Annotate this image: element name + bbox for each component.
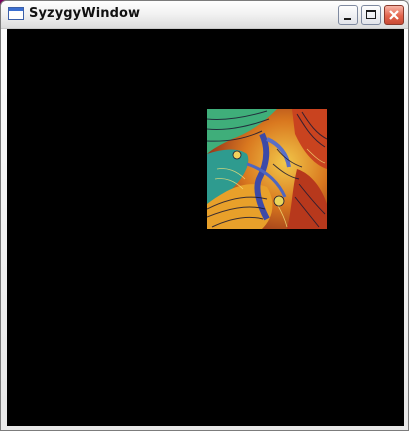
maximize-button[interactable] [361,5,381,25]
title-bar[interactable]: SyzygyWindow [1,1,408,29]
close-button[interactable] [384,5,404,25]
syzygy-window: SyzygyWindow [0,0,409,431]
render-canvas[interactable] [7,29,404,426]
minimize-button[interactable] [338,5,358,25]
close-icon [389,10,399,20]
window-title: SyzygyWindow [29,6,141,21]
app-window-icon [8,7,24,20]
minimize-icon [344,18,351,20]
maximize-icon [366,10,376,19]
psychedelic-swirl-texture [207,109,327,229]
